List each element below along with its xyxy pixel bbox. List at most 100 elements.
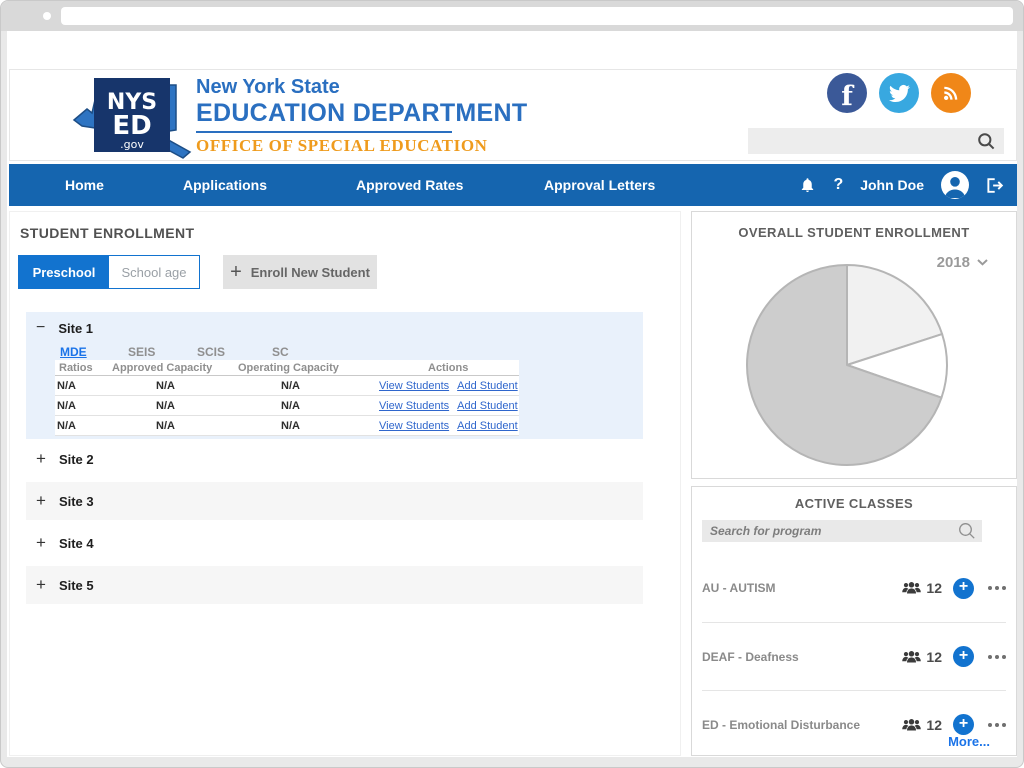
address-bar[interactable] <box>61 7 1013 25</box>
users-icon <box>902 650 921 664</box>
student-count: 12 <box>902 717 942 733</box>
site-name: Site 2 <box>59 452 94 467</box>
facebook-icon[interactable] <box>827 73 867 113</box>
browser-titlebar <box>1 1 1023 31</box>
class-list: AU - AUTISM 12 DEAF - Deafness 12 ED - E… <box>702 554 1006 758</box>
site-name: Site 4 <box>59 536 94 551</box>
expand-icon[interactable] <box>36 575 46 595</box>
window-control-dot[interactable] <box>43 12 51 20</box>
chevron-down-icon <box>977 259 988 266</box>
table-header-row: Ratios Approved Capacity Operating Capac… <box>55 360 519 376</box>
cell-operating-capacity: N/A <box>281 420 377 432</box>
expand-icon[interactable] <box>36 491 46 511</box>
site-name: Site 1 <box>58 321 93 336</box>
class-name: ED - Emotional Disturbance <box>702 718 902 732</box>
class-name: AU - AUTISM <box>702 581 902 595</box>
site-row-5[interactable]: Site 5 <box>26 566 643 604</box>
active-classes-card: ACTIVE CLASSES AU - AUTISM 12 DEAF - Dea… <box>691 486 1017 756</box>
user-avatar[interactable] <box>941 171 969 199</box>
nav-item-home[interactable]: Home <box>65 164 104 206</box>
add-class-button[interactable] <box>953 646 974 667</box>
more-link[interactable]: More... <box>948 734 990 749</box>
org-name-line3: OFFICE OF SPECIAL EDUCATION <box>196 136 527 156</box>
student-enrollment-panel: STUDENT ENROLLMENT Preschool School age … <box>9 211 681 756</box>
view-students-link[interactable]: View Students <box>379 420 449 432</box>
active-classes-title: ACTIVE CLASSES <box>692 496 1016 511</box>
add-student-link[interactable]: Add Student <box>457 400 518 412</box>
col-approved-capacity: Approved Capacity <box>108 362 234 374</box>
site-name: Site 3 <box>59 494 94 509</box>
users-icon <box>902 581 921 595</box>
site-search-input[interactable] <box>748 128 1004 154</box>
cell-operating-capacity: N/A <box>281 380 377 392</box>
cell-ratios: N/A <box>55 380 156 392</box>
facebook-f-glyph <box>841 78 853 109</box>
logo-text-ed: ED <box>112 111 151 141</box>
notifications-bell-icon[interactable] <box>799 176 816 194</box>
cell-actions: View Students Add Student <box>379 400 518 412</box>
site-name: Site 5 <box>59 578 94 593</box>
tab-school-age[interactable]: School age <box>109 256 199 288</box>
class-row: DEAF - Deafness 12 <box>702 622 1006 690</box>
rss-icon[interactable] <box>931 73 971 113</box>
page-title: STUDENT ENROLLMENT <box>20 225 194 241</box>
cell-actions: View Students Add Student <box>379 420 518 432</box>
program-search-input[interactable] <box>702 520 982 542</box>
twitter-icon[interactable] <box>879 73 919 113</box>
add-class-button[interactable] <box>953 714 974 735</box>
capacity-table: Ratios Approved Capacity Operating Capac… <box>55 360 519 436</box>
class-row: AU - AUTISM 12 <box>702 554 1006 622</box>
tab-preschool[interactable]: Preschool <box>19 256 109 288</box>
nysed-logo[interactable]: NYS ED .gov <box>70 72 202 162</box>
student-count: 12 <box>902 580 942 596</box>
class-name: DEAF - Deafness <box>702 650 902 664</box>
site-1-header[interactable]: Site 1 <box>36 319 93 337</box>
header-divider <box>196 131 452 133</box>
tab-mde[interactable]: MDE <box>60 345 87 359</box>
enroll-new-student-button[interactable]: Enroll New Student <box>223 255 377 289</box>
nav-item-applications[interactable]: Applications <box>183 164 267 206</box>
cell-ratios: N/A <box>55 400 156 412</box>
expand-icon[interactable] <box>36 533 46 553</box>
enrollment-pie-chart <box>742 260 952 470</box>
main-nav: Home Applications Approved Rates Approva… <box>9 164 1017 206</box>
nav-item-approval-letters[interactable]: Approval Letters <box>544 164 655 206</box>
tab-sc[interactable]: SC <box>272 345 289 359</box>
browser-window: NYS ED .gov New York State EDUCATION DEP… <box>0 0 1024 768</box>
more-options-icon[interactable] <box>988 655 1006 659</box>
col-ratios: Ratios <box>55 362 108 374</box>
view-students-link[interactable]: View Students <box>379 400 449 412</box>
age-tabs: Preschool School age <box>18 255 200 289</box>
site-row-3[interactable]: Site 3 <box>26 482 643 520</box>
count-value: 12 <box>926 717 942 733</box>
add-student-link[interactable]: Add Student <box>457 380 518 392</box>
cell-approved-capacity: N/A <box>156 380 281 392</box>
more-options-icon[interactable] <box>988 723 1006 727</box>
collapse-icon[interactable] <box>36 319 45 337</box>
help-button[interactable]: ? <box>833 176 843 194</box>
search-icon[interactable] <box>958 522 976 540</box>
cell-approved-capacity: N/A <box>156 400 281 412</box>
enroll-button-label: Enroll New Student <box>251 265 370 280</box>
site-row-4[interactable]: Site 4 <box>26 524 643 562</box>
nav-item-approved-rates[interactable]: Approved Rates <box>356 164 463 206</box>
count-value: 12 <box>926 649 942 665</box>
tab-scis[interactable]: SCIS <box>197 345 225 359</box>
add-class-button[interactable] <box>953 578 974 599</box>
add-student-link[interactable]: Add Student <box>457 420 518 432</box>
users-icon <box>902 718 921 732</box>
view-students-link[interactable]: View Students <box>379 380 449 392</box>
col-operating-capacity: Operating Capacity <box>234 362 425 374</box>
cell-ratios: N/A <box>55 420 156 432</box>
logo-text-gov: .gov <box>120 138 144 151</box>
logout-icon[interactable] <box>986 177 1005 194</box>
more-options-icon[interactable] <box>988 586 1006 590</box>
search-icon[interactable] <box>977 132 996 151</box>
table-row: N/A N/A N/A View Students Add Student <box>55 416 519 436</box>
expand-icon[interactable] <box>36 449 46 469</box>
social-links <box>827 73 971 113</box>
tab-seis[interactable]: SEIS <box>128 345 155 359</box>
site-row-2[interactable]: Site 2 <box>26 440 643 478</box>
col-actions: Actions <box>425 362 519 374</box>
user-name[interactable]: John Doe <box>860 177 924 193</box>
